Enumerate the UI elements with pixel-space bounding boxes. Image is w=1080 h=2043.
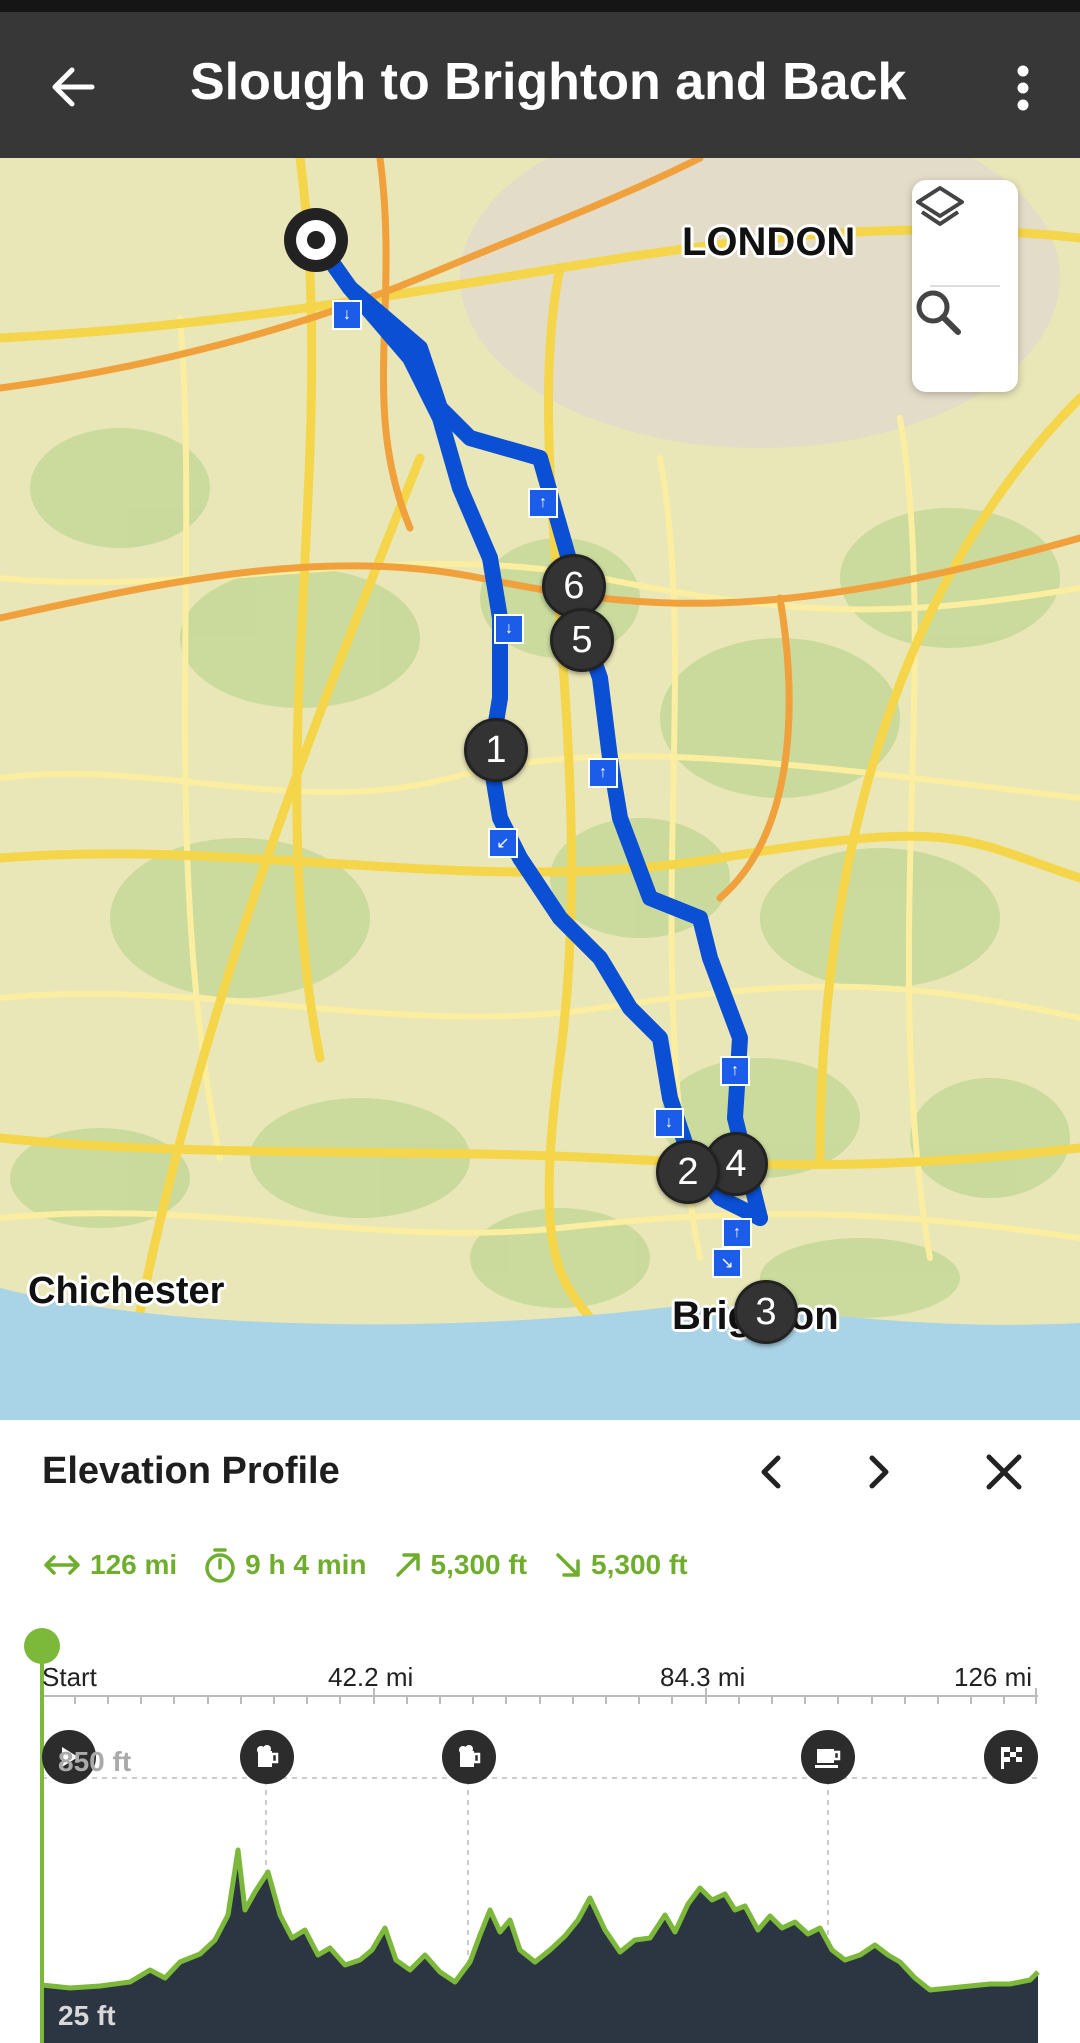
route-map[interactable]: LONDON Chichester Brighton ↓ ↑ ↓ ↑ ↙ ↑ ↓… bbox=[0, 158, 1080, 1420]
stopwatch-icon bbox=[205, 1548, 235, 1583]
map-controls bbox=[912, 180, 1018, 392]
more-options-button[interactable] bbox=[1000, 56, 1046, 120]
search-icon bbox=[916, 290, 961, 335]
previous-button[interactable] bbox=[742, 1442, 802, 1502]
route-direction-arrow: ↑ bbox=[588, 758, 618, 788]
chevron-right-icon bbox=[869, 1455, 889, 1489]
poi-pub-1[interactable] bbox=[240, 1730, 294, 1784]
elevation-chart-canvas bbox=[24, 1628, 1040, 2043]
layers-icon bbox=[916, 186, 964, 226]
coffee-icon bbox=[815, 1749, 841, 1768]
back-button[interactable] bbox=[40, 54, 106, 120]
beer-icon bbox=[257, 1745, 279, 1767]
stat-distance: 126 mi bbox=[42, 1549, 177, 1581]
layers-button[interactable] bbox=[912, 180, 1018, 286]
map-label-chichester: Chichester bbox=[28, 1270, 225, 1312]
app-bar: Slough to Brighton and Back bbox=[0, 12, 1080, 158]
chevron-left-icon bbox=[761, 1455, 781, 1489]
elevation-max-label: 850 ft bbox=[58, 1746, 132, 1777]
stat-distance-value: 126 mi bbox=[90, 1549, 178, 1580]
elevation-panel: Elevation Profile 126 mi 9 h 4 min 5,300… bbox=[0, 1420, 1080, 2043]
route-direction-arrow: ↑ bbox=[720, 1056, 750, 1086]
route-direction-arrow: ↓ bbox=[332, 300, 362, 330]
waypoint-3[interactable]: 3 bbox=[734, 1280, 798, 1344]
arrow-up-right-icon bbox=[395, 1553, 420, 1577]
stat-ascent: 5,300 ft bbox=[393, 1549, 528, 1581]
tour-stats: 126 mi 9 h 4 min 5,300 ft 5,300 ft bbox=[42, 1540, 714, 1590]
more-vertical-icon bbox=[1017, 65, 1029, 111]
poi-finish[interactable] bbox=[984, 1730, 1038, 1784]
stat-duration-value: 9 h 4 min bbox=[245, 1549, 367, 1580]
status-bar bbox=[0, 0, 1080, 12]
route-direction-arrow: ↙ bbox=[488, 828, 518, 858]
stat-descent: 5,300 ft bbox=[553, 1549, 688, 1581]
next-button[interactable] bbox=[848, 1442, 908, 1502]
route-direction-arrow: ↓ bbox=[654, 1108, 684, 1138]
map-label-london: LONDON bbox=[682, 220, 856, 264]
close-button[interactable] bbox=[974, 1442, 1034, 1502]
search-button[interactable] bbox=[912, 286, 1018, 392]
beer-icon bbox=[459, 1745, 481, 1767]
waypoint-2[interactable]: 2 bbox=[656, 1140, 720, 1204]
elevation-min-label: 25 ft bbox=[58, 2000, 116, 2031]
axis-label-84mi: 84.3 mi bbox=[660, 1662, 746, 1692]
route-direction-arrow: ↑ bbox=[722, 1218, 752, 1248]
panel-heading: Elevation Profile bbox=[42, 1450, 340, 1492]
arrow-left-icon bbox=[52, 67, 95, 107]
stat-descent-value: 5,300 ft bbox=[591, 1549, 688, 1580]
waypoint-5[interactable]: 5 bbox=[550, 608, 614, 672]
elevation-chart[interactable]: Start 42.2 mi 84.3 mi 126 mi 850 ft 25 f… bbox=[0, 1610, 1080, 2043]
finish-flag-icon bbox=[1001, 1747, 1022, 1769]
route-direction-arrow: ↑ bbox=[528, 488, 558, 518]
axis-label-42mi: 42.2 mi bbox=[328, 1662, 414, 1692]
stat-ascent-value: 5,300 ft bbox=[430, 1549, 528, 1580]
page-title: Slough to Brighton and Back bbox=[190, 53, 907, 111]
poi-cafe[interactable] bbox=[801, 1730, 855, 1784]
route-direction-arrow: ↘ bbox=[712, 1248, 742, 1278]
arrow-down-right-icon bbox=[556, 1553, 580, 1577]
route-direction-arrow: ↓ bbox=[494, 614, 524, 644]
distance-icon bbox=[44, 1555, 80, 1575]
close-icon bbox=[986, 1454, 1022, 1490]
axis-label-126mi: 126 mi bbox=[954, 1662, 1033, 1692]
poi-pub-2[interactable] bbox=[442, 1730, 496, 1784]
waypoint-1[interactable]: 1 bbox=[464, 718, 528, 782]
stat-duration: 9 h 4 min bbox=[203, 1547, 367, 1583]
axis-label-start: Start bbox=[42, 1662, 97, 1692]
